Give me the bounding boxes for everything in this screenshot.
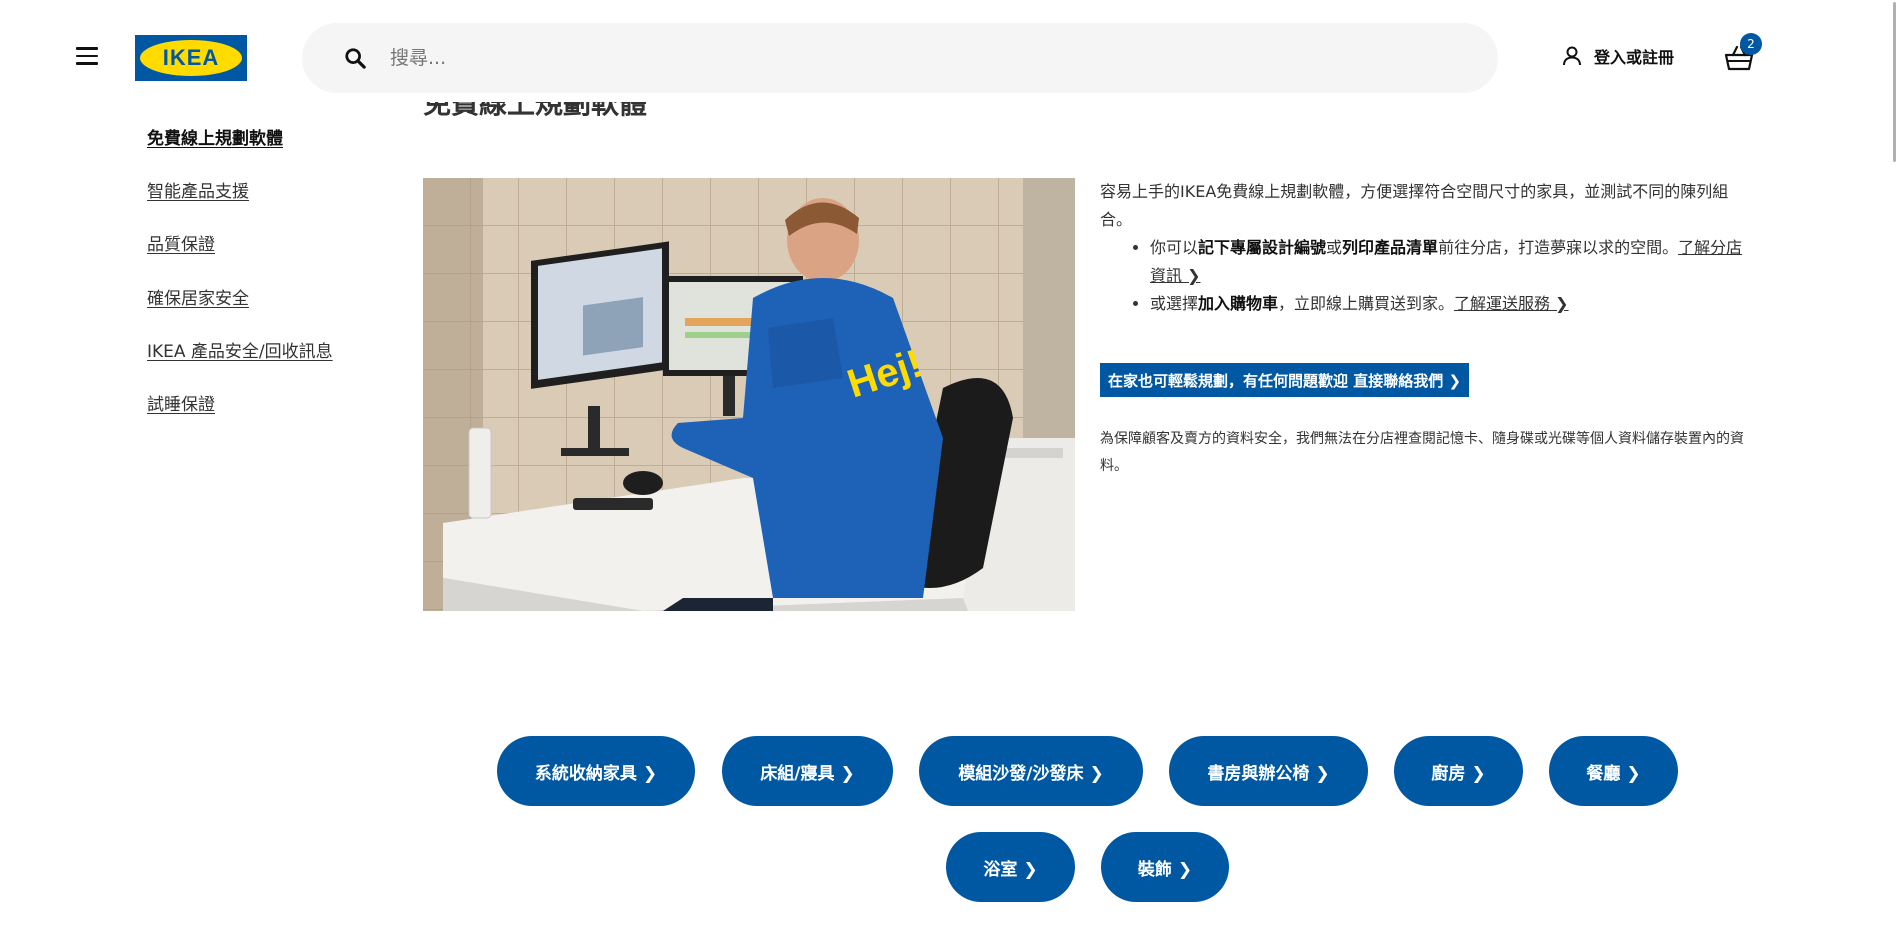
category-storage[interactable]: 系統收納家具 ❯ <box>497 736 695 806</box>
category-kitchen[interactable]: 廚房 ❯ <box>1394 736 1523 806</box>
category-decor[interactable]: 裝飾 ❯ <box>1101 832 1229 902</box>
ikea-logo[interactable]: IKEA <box>135 35 247 81</box>
list-item: 你可以記下專屬設計編號或列印產品清單前往分店，打造夢寐以求的空間。了解分店資訊 … <box>1150 234 1752 290</box>
list-item: 或選擇加入購物車，立即線上購買送到家。了解運送服務 ❯ <box>1150 290 1752 318</box>
sidebar-item-planner[interactable]: 免費線上規劃軟體 <box>147 124 283 149</box>
data-security-note: 為保障顧客及賣方的資料安全，我們無法在分店裡查閱記憶卡、隨身碟或光碟等個人資料儲… <box>1100 431 1744 474</box>
category-dining[interactable]: 餐廳 ❯ <box>1549 736 1678 806</box>
contact-us-button[interactable]: 在家也可輕鬆規劃，有任何問題歡迎 直接聯絡我們 ❯ <box>1100 363 1470 397</box>
login-link[interactable]: 登入或註冊 <box>1560 44 1674 68</box>
user-icon <box>1563 46 1581 66</box>
cart-count-badge[interactable]: 2 <box>1740 33 1762 55</box>
search-bar[interactable] <box>302 23 1498 93</box>
search-icon[interactable] <box>344 47 366 69</box>
info-list: 你可以記下專屬設計編號或列印產品清單前往分店，打造夢寐以求的空間。了解分店資訊 … <box>1150 234 1752 318</box>
page-heading-partial: 免費線上規劃軟體 <box>423 102 683 118</box>
category-office[interactable]: 書房與辦公椅 ❯ <box>1169 736 1368 806</box>
intro-text: 容易上手的IKEA免費線上規劃軟體，方便選擇符合空間尺寸的家具，並測試不同的陳列… <box>1100 182 1729 229</box>
hero-image: Hej! <box>423 178 1075 611</box>
category-beds[interactable]: 床組/寢具 ❯ <box>722 736 893 806</box>
sidebar-item-home-safety[interactable]: 確保居家安全 <box>147 284 249 309</box>
logo-text: IKEA <box>162 45 220 70</box>
sidebar-item-quality[interactable]: 品質保證 <box>147 230 215 255</box>
sidebar-item-sleep-guarantee[interactable]: 試睡保證 <box>147 390 215 415</box>
login-label[interactable]: 登入或註冊 <box>1594 44 1674 68</box>
scrollbar-thumb[interactable] <box>1893 2 1896 162</box>
delivery-service-link[interactable]: 了解運送服務 ❯ <box>1454 294 1569 313</box>
sidebar-item-smart-support[interactable]: 智能產品支援 <box>147 177 249 202</box>
sidebar-item-product-recall[interactable]: IKEA 產品安全/回收訊息 <box>147 337 333 362</box>
category-sofas[interactable]: 模組沙發/沙發床 ❯ <box>919 736 1143 806</box>
category-bathroom[interactable]: 浴室 ❯ <box>946 832 1075 902</box>
page: IKEA 登入或註冊 2 免費線上規劃軟體 免費線上規劃軟體 智能產品支援 品質… <box>0 0 1902 926</box>
planner-description: 容易上手的IKEA免費線上規劃軟體，方便選擇符合空間尺寸的家具，並測試不同的陳列… <box>1100 178 1752 318</box>
hamburger-menu-icon[interactable] <box>76 47 98 69</box>
search-input[interactable] <box>390 47 1390 69</box>
